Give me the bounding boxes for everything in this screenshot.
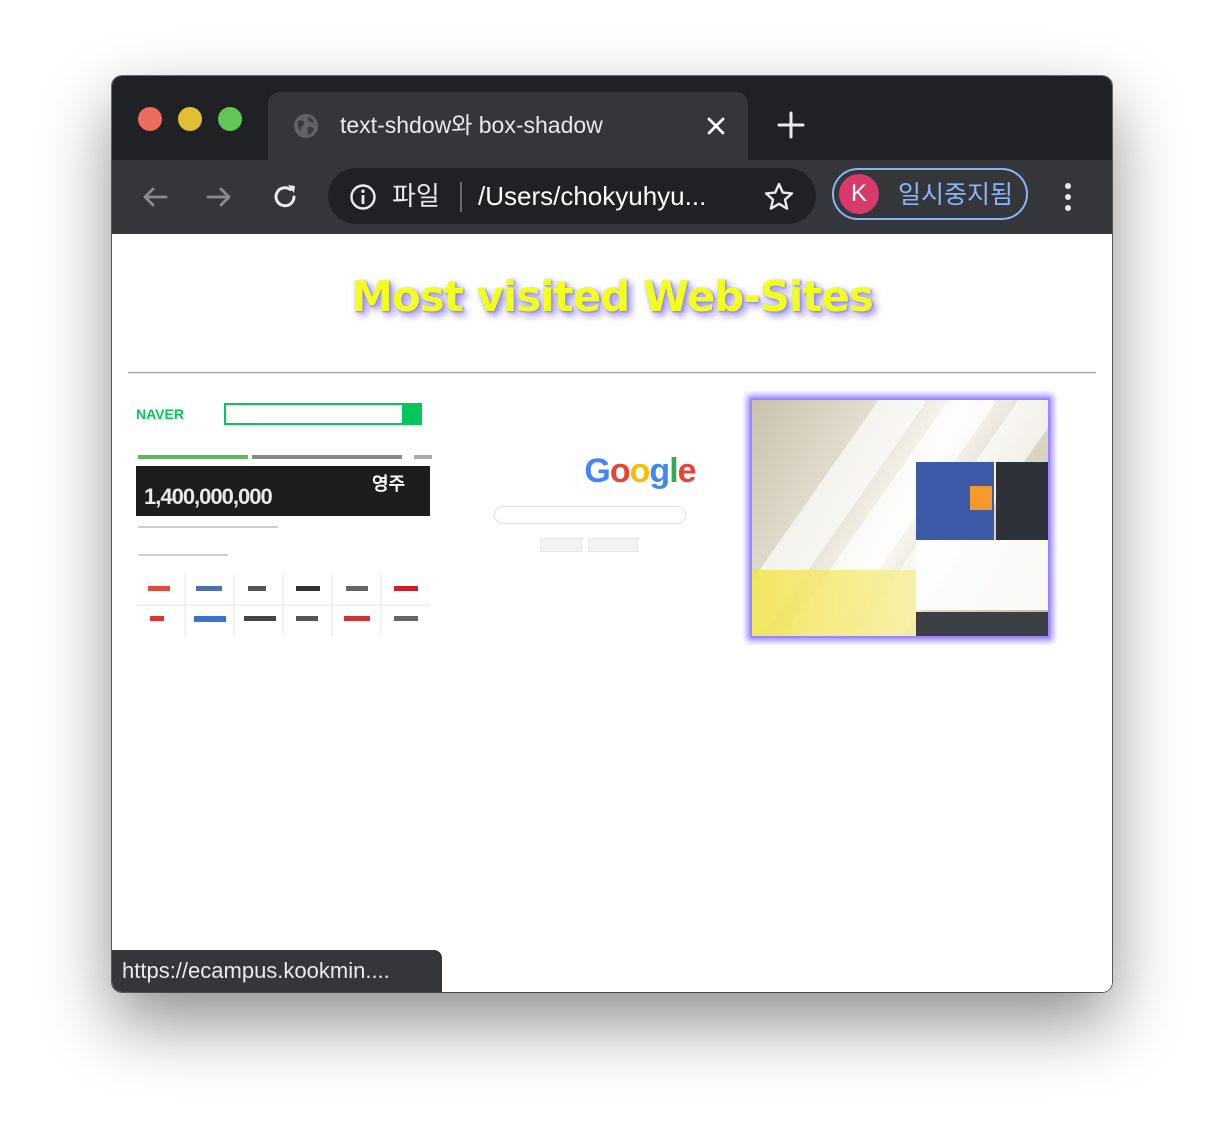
quick-menu xyxy=(996,462,1048,540)
info-icon[interactable] xyxy=(348,182,378,212)
google-search-button xyxy=(540,538,582,552)
naver-search-icon xyxy=(402,405,420,423)
kookmin-thumbnail[interactable] xyxy=(750,398,1050,638)
yellow-wall xyxy=(752,570,922,636)
google-logo: Google xyxy=(584,452,696,490)
footer-bar xyxy=(916,612,1048,636)
news-line xyxy=(138,526,278,528)
press-grid xyxy=(136,574,430,636)
notice-panel xyxy=(916,540,1048,610)
tab-title: text-shdow와 box-shadow xyxy=(340,112,603,138)
google-thumbnail[interactable]: Google xyxy=(490,396,790,636)
kebab-menu-icon[interactable] xyxy=(1054,178,1082,216)
scheme-label: 파일 xyxy=(392,181,440,211)
naver-banner-ad: 1,400,000,000 영주 xyxy=(136,466,430,516)
banner-brand: 영주 xyxy=(372,474,406,494)
minimize-window-button[interactable] xyxy=(178,107,202,131)
url-text[interactable]: /Users/chokyuhyu... xyxy=(478,178,706,214)
news-tab-line xyxy=(138,554,228,556)
browser-window: text-shdow와 box-shadow 파일 /Users/chokyuh… xyxy=(112,76,1112,992)
google-search-box xyxy=(494,506,686,524)
star-icon[interactable] xyxy=(762,180,796,214)
omnibox-divider xyxy=(460,182,462,212)
reload-icon[interactable] xyxy=(268,180,302,214)
naver-search-box xyxy=(224,403,422,425)
naver-thumbnail[interactable]: NAVER 1,400,000,000 영주 xyxy=(134,396,434,636)
close-window-button[interactable] xyxy=(138,107,162,131)
globe-icon xyxy=(294,114,318,138)
profile-status: 일시중지됨 xyxy=(898,181,1014,209)
forward-icon[interactable] xyxy=(202,180,236,214)
address-bar[interactable]: 파일 /Users/chokyuhyu... xyxy=(328,168,816,224)
naver-logo: NAVER xyxy=(136,406,184,422)
active-tab[interactable]: text-shdow와 box-shadow xyxy=(268,92,748,160)
naver-menu-strip xyxy=(138,455,432,459)
tab-strip: text-shdow와 box-shadow xyxy=(112,76,1112,160)
plus-icon[interactable] xyxy=(776,110,806,140)
back-icon[interactable] xyxy=(138,180,172,214)
avatar: K xyxy=(839,174,879,214)
profile-button[interactable]: K 일시중지됨 xyxy=(832,168,1028,220)
login-button xyxy=(970,486,992,510)
horizontal-rule xyxy=(128,372,1096,374)
status-bubble: https://ecampus.kookmin.... xyxy=(112,950,442,992)
page-content: Most visited Web-Sites NAVER 1,400,000,0… xyxy=(112,234,1112,992)
feeling-lucky-button xyxy=(588,538,638,552)
zoom-window-button[interactable] xyxy=(218,107,242,131)
close-icon[interactable] xyxy=(702,112,730,140)
page-title: Most visited Web-Sites xyxy=(351,272,874,321)
banner-number: 1,400,000,000 xyxy=(144,484,273,509)
toolbar: 파일 /Users/chokyuhyu... K 일시중지됨 xyxy=(112,160,1112,234)
